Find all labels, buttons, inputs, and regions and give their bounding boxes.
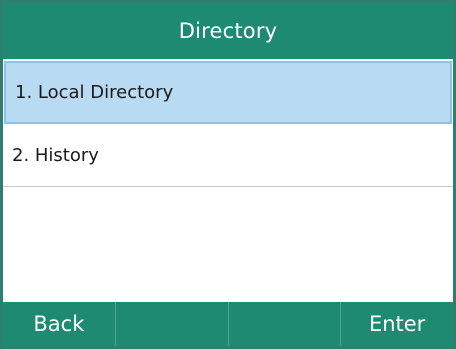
menu-item-label: 2. History <box>12 144 99 166</box>
softkey-bar: Back Enter <box>3 302 453 346</box>
menu-item-label: 1. Local Directory <box>15 82 174 103</box>
directory-menu-list: 1. Local Directory 2. History <box>3 61 453 302</box>
softkey-3[interactable] <box>229 302 342 346</box>
phone-screen: Directory 1. Local Directory 2. History … <box>0 0 456 349</box>
softkey-2[interactable] <box>116 302 229 346</box>
back-softkey[interactable]: Back <box>3 302 116 346</box>
enter-softkey[interactable]: Enter <box>341 302 453 346</box>
menu-item-history[interactable]: 2. History <box>3 124 453 187</box>
menu-item-local-directory[interactable]: 1. Local Directory <box>4 61 452 124</box>
title-bar: Directory <box>3 3 453 59</box>
page-title: Directory <box>178 19 278 43</box>
